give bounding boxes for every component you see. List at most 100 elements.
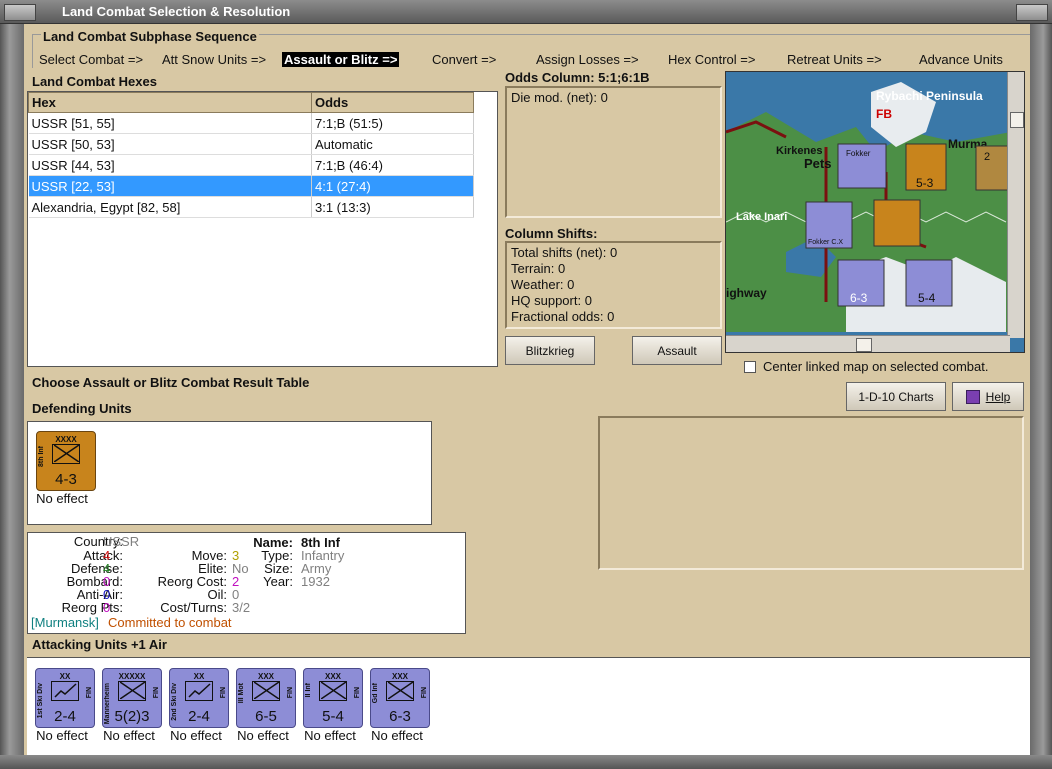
unit-name: II Inf <box>305 683 312 698</box>
unit-strength: 6-5 <box>255 708 277 725</box>
fractional-odds-shift: Fractional odds: 0 <box>511 309 615 324</box>
unit-strength: 6-3 <box>389 708 411 725</box>
step-assign-losses: Assign Losses => <box>536 52 639 67</box>
ski-infantry-symbol-icon <box>185 681 213 701</box>
attacking-unit-counter[interactable]: XX 1st Ski Div FIN 2-4 <box>35 668 95 728</box>
help-button[interactable]: Help <box>952 382 1024 411</box>
column-shifts-box: Total shifts (net): 0 Terrain: 0 Weather… <box>505 241 722 329</box>
subphase-heading: Land Combat Subphase Sequence <box>41 29 259 44</box>
unit-size: XX <box>193 672 205 681</box>
defending-unit-effect: No effect <box>36 491 88 506</box>
assault-button[interactable]: Assault <box>632 336 722 365</box>
infantry-symbol-icon <box>118 681 146 701</box>
map-strength-6-3: 6-3 <box>850 291 868 305</box>
choose-crt-label: Choose Assault or Blitz Combat Result Ta… <box>32 375 310 390</box>
unit-strength: 4-3 <box>55 471 77 488</box>
map-stack-count: 2 <box>984 151 990 163</box>
table-row[interactable]: Alexandria, Egypt [82, 58] 3:1 (13:3) <box>28 196 474 218</box>
attacking-unit-counter[interactable]: XXX Gd Inf FIN 6-3 <box>370 668 430 728</box>
unit-nationality: FIN <box>86 687 93 699</box>
motorized-infantry-symbol-icon <box>252 681 280 701</box>
unit-nationality: FIN <box>153 687 160 699</box>
map-strength-5-4: 5-4 <box>918 291 936 305</box>
unit-strength: 2-4 <box>188 708 210 725</box>
map-label-fb: FB <box>876 107 892 121</box>
attacking-unit-effect: No effect <box>371 728 423 743</box>
odds-column-heading: Odds Column: 5:1;6:1B <box>505 70 650 85</box>
map-vscroll-thumb[interactable] <box>1010 112 1024 128</box>
attacking-unit-counter[interactable]: XX 2nd Ski Div FIN 2-4 <box>169 668 229 728</box>
year-value: 1932 <box>301 574 330 589</box>
unit-info-panel: Country: USSR Attack: 4 Defense: 4 Bomba… <box>27 532 466 634</box>
step-advance-units: Advance Units <box>919 52 1003 67</box>
unit-location: [Murmansk] <box>31 615 99 630</box>
defending-heading: Defending Units <box>32 401 132 416</box>
table-row-selected[interactable]: USSR [22, 53] 4:1 (27:4) <box>28 175 474 197</box>
odds-cell: 7:1;B (46:4) <box>311 154 474 176</box>
hexes-table: Hex Odds USSR [51, 55] 7:1;B (51:5) USSR … <box>27 91 498 367</box>
table-row[interactable]: USSR [51, 55] 7:1;B (51:5) <box>28 112 474 134</box>
infantry-symbol-icon <box>52 444 80 464</box>
defending-units-box: XXXX 8th Inf 4-3 No effect <box>27 421 432 525</box>
hq-support-shift: HQ support: 0 <box>511 293 592 308</box>
ski-infantry-symbol-icon <box>51 681 79 701</box>
map-vertical-scrollbar[interactable] <box>1007 72 1024 338</box>
reorg-pts-value: 0 <box>103 600 111 615</box>
odds-cell: 4:1 (27:4) <box>311 175 474 197</box>
infantry-symbol-icon <box>319 681 347 701</box>
map-hscroll-thumb[interactable] <box>856 338 872 352</box>
column-header-odds[interactable]: Odds <box>311 92 474 113</box>
step-retreat-units: Retreat Units => <box>787 52 882 67</box>
hex-cell: USSR [51, 55] <box>28 112 312 134</box>
close-button[interactable] <box>1016 4 1048 21</box>
system-menu-button[interactable] <box>4 4 36 21</box>
title-bar[interactable]: Land Combat Selection & Resolution <box>0 0 1052 24</box>
center-linked-label: Center linked map on selected combat. <box>763 359 989 374</box>
table-row[interactable]: USSR [44, 53] 7:1;B (46:4) <box>28 154 474 176</box>
map-air-fokker-cx: Fokker C.X <box>808 239 843 246</box>
unit-status: Committed to combat <box>108 615 232 630</box>
map-label-pets: Pets <box>804 156 831 171</box>
unit-nationality: FIN <box>287 687 294 699</box>
attacking-heading: Attacking Units +1 Air <box>32 637 167 652</box>
cost-turns-value: 3/2 <box>232 600 251 615</box>
unit-size: XX <box>59 672 71 681</box>
charts-button[interactable]: 1-D-10 Charts <box>846 382 946 411</box>
unit-strength: 5-4 <box>322 708 344 725</box>
attacking-unit-counter[interactable]: XXXXX Mannerheim FIN 5(2)3 <box>102 668 162 728</box>
map-label-rybachi: Rybachi Peninsula <box>876 89 983 103</box>
defending-unit-counter[interactable]: XXXX 8th Inf 4-3 <box>36 431 96 491</box>
combat-result-area <box>598 416 1024 570</box>
attacking-units-box: XX 1st Ski Div FIN 2-4 No effect XXXXX M… <box>27 657 1030 755</box>
country-value: USSR <box>103 534 140 549</box>
hex-cell: USSR [22, 53] <box>28 175 312 197</box>
map-horizontal-scrollbar[interactable] <box>726 335 1010 352</box>
map-label-lake-inari: Lake Inari <box>736 211 787 223</box>
terrain-shift: Terrain: 0 <box>511 261 566 276</box>
hex-cell: USSR [50, 53] <box>28 133 312 155</box>
linked-map[interactable]: Rybachi Peninsula FB Kirkenes Pets Murma… <box>725 71 1025 353</box>
blitzkrieg-button[interactable]: Blitzkrieg <box>505 336 595 365</box>
frame-left <box>0 24 24 769</box>
unit-size: XXX <box>257 672 274 681</box>
table-row[interactable]: USSR [50, 53] Automatic <box>28 133 474 155</box>
step-select-combat: Select Combat => <box>39 52 144 67</box>
column-shifts-heading: Column Shifts: <box>505 226 598 241</box>
center-linked-checkbox[interactable] <box>744 361 756 373</box>
unit-name: 8th Inf <box>38 446 45 467</box>
weather-shift: Weather: 0 <box>511 277 575 292</box>
attacking-unit-counter[interactable]: XXX II Inf FIN 5-4 <box>303 668 363 728</box>
step-hex-control: Hex Control => <box>668 52 756 67</box>
help-book-icon <box>965 389 980 404</box>
column-header-hex[interactable]: Hex <box>28 92 312 113</box>
hex-cell: USSR [44, 53] <box>28 154 312 176</box>
total-shifts: Total shifts (net): 0 <box>511 245 618 260</box>
map-counter-defender[interactable] <box>873 199 921 247</box>
odds-cell: 3:1 (13:3) <box>311 196 474 218</box>
step-convert: Convert => <box>432 52 497 67</box>
attacking-unit-counter[interactable]: XXX III Mot FIN 6-5 <box>236 668 296 728</box>
hexes-grid: Hex Odds USSR [51, 55] 7:1;B (51:5) USSR … <box>28 92 474 218</box>
unit-nationality: FIN <box>220 687 227 699</box>
map-canvas: Rybachi Peninsula FB Kirkenes Pets Murma… <box>726 72 1024 352</box>
die-mod: Die mod. (net): 0 <box>511 90 608 105</box>
